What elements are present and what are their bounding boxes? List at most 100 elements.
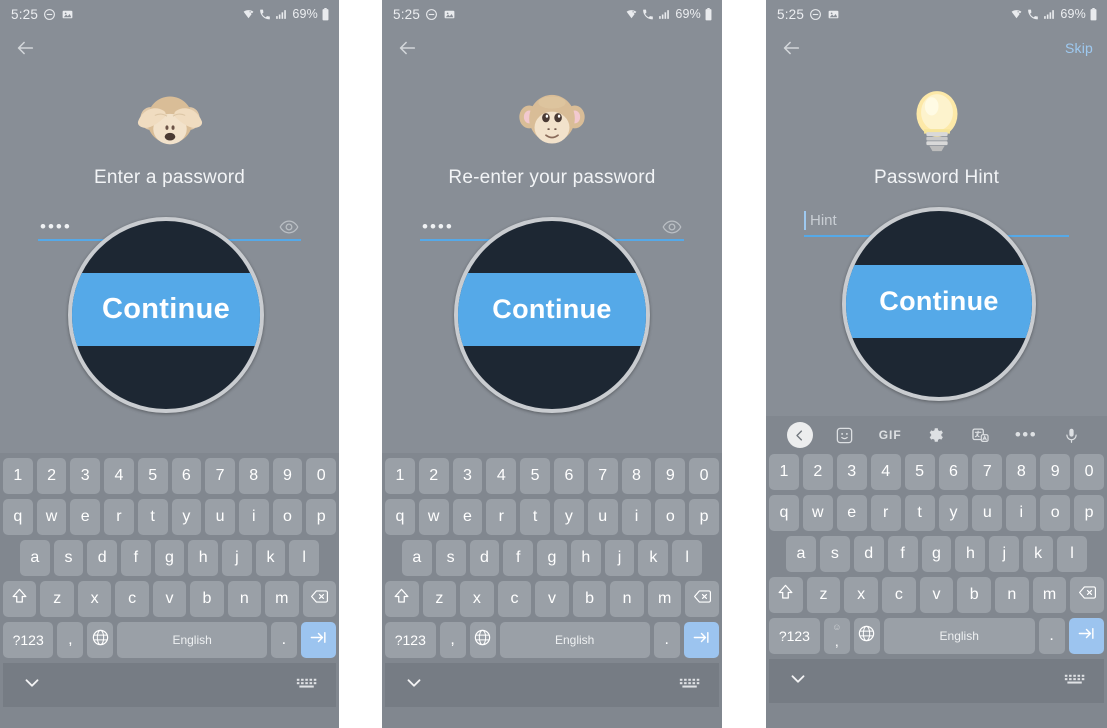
space-key[interactable]: English — [117, 622, 267, 658]
key-7[interactable]: 7 — [587, 458, 618, 494]
key-s[interactable]: s — [819, 536, 850, 572]
keyboard-layout-icon[interactable] — [296, 675, 318, 696]
keyboard-back-button[interactable] — [777, 422, 822, 448]
key-w[interactable]: w — [36, 499, 67, 535]
key-r[interactable]: r — [870, 495, 901, 531]
key-h[interactable]: h — [188, 540, 219, 576]
key-6[interactable]: 6 — [938, 454, 969, 490]
key-d[interactable]: d — [469, 540, 500, 576]
back-arrow-icon[interactable] — [396, 37, 418, 59]
keyboard-layout-icon[interactable] — [679, 675, 701, 696]
key-j[interactable]: j — [222, 540, 252, 576]
comma-key[interactable]: , — [57, 622, 84, 658]
key-a[interactable]: a — [19, 540, 50, 576]
key-u[interactable]: u — [972, 495, 1003, 531]
key-y[interactable]: y — [171, 499, 202, 535]
backspace-key[interactable] — [1070, 577, 1105, 613]
key-i[interactable]: i — [621, 499, 652, 535]
key-d[interactable]: d — [87, 540, 117, 576]
magnifier-continue-button[interactable]: Continue — [68, 217, 264, 413]
key-p[interactable]: p — [689, 499, 719, 535]
key-i[interactable]: i — [1006, 495, 1037, 531]
key-h[interactable]: h — [570, 540, 601, 576]
key-4[interactable]: 4 — [486, 458, 517, 494]
continue-button-band[interactable]: Continue — [846, 265, 1032, 338]
key-h[interactable]: h — [955, 536, 986, 572]
key-p[interactable]: p — [306, 499, 337, 535]
key-1[interactable]: 1 — [2, 458, 33, 494]
key-5[interactable]: 5 — [904, 454, 935, 490]
key-8[interactable]: 8 — [1006, 454, 1037, 490]
space-key[interactable]: English — [499, 622, 650, 658]
space-key[interactable]: English — [883, 618, 1035, 654]
key-3[interactable]: 3 — [452, 458, 483, 494]
globe-key[interactable] — [87, 622, 114, 658]
key-t[interactable]: t — [137, 499, 168, 535]
chevron-down-icon[interactable] — [21, 672, 43, 699]
backspace-key[interactable] — [685, 581, 720, 617]
key-s[interactable]: s — [435, 540, 466, 576]
globe-key[interactable] — [469, 622, 496, 658]
key-5[interactable]: 5 — [520, 458, 550, 494]
key-a[interactable]: a — [786, 536, 816, 572]
key-c[interactable]: c — [115, 581, 149, 617]
sticker-icon[interactable] — [822, 426, 867, 445]
key-c[interactable]: c — [882, 577, 916, 613]
key-g[interactable]: g — [154, 540, 185, 576]
key-0[interactable]: 0 — [306, 458, 337, 494]
microphone-icon[interactable] — [1049, 426, 1094, 445]
back-arrow-icon[interactable] — [14, 37, 36, 59]
key-j[interactable]: j — [989, 536, 1020, 572]
key-2[interactable]: 2 — [36, 458, 67, 494]
key-k[interactable]: k — [638, 540, 669, 576]
key-f[interactable]: f — [503, 540, 534, 576]
symbols-key[interactable]: ?123 — [3, 622, 54, 658]
key-q[interactable]: q — [2, 499, 33, 535]
key-7[interactable]: 7 — [205, 458, 235, 494]
key-k[interactable]: k — [1023, 536, 1054, 572]
gif-icon[interactable]: GIF — [868, 428, 913, 442]
enter-next-key[interactable] — [1068, 618, 1104, 654]
key-c[interactable]: c — [497, 581, 532, 617]
chevron-down-icon[interactable] — [787, 668, 809, 695]
comma-key[interactable]: ☺ , — [823, 618, 850, 654]
key-2[interactable]: 2 — [802, 454, 833, 490]
key-w[interactable]: w — [802, 495, 833, 531]
key-g[interactable]: g — [537, 540, 567, 576]
keyboard-layout-icon[interactable] — [1064, 671, 1086, 692]
globe-key[interactable] — [853, 618, 880, 654]
key-r[interactable]: r — [104, 499, 134, 535]
key-e[interactable]: e — [452, 499, 483, 535]
key-3[interactable]: 3 — [70, 458, 101, 494]
key-i[interactable]: i — [238, 499, 269, 535]
key-b[interactable]: b — [190, 581, 224, 617]
key-k[interactable]: k — [255, 540, 286, 576]
key-n[interactable]: n — [610, 581, 644, 617]
symbols-key[interactable]: ?123 — [385, 622, 436, 658]
key-e[interactable]: e — [70, 499, 101, 535]
key-l[interactable]: l — [289, 540, 320, 576]
key-g[interactable]: g — [921, 536, 952, 572]
key-l[interactable]: l — [1057, 536, 1088, 572]
key-0[interactable]: 0 — [689, 458, 719, 494]
key-l[interactable]: l — [672, 540, 703, 576]
key-b[interactable]: b — [957, 577, 992, 613]
key-n[interactable]: n — [227, 581, 262, 617]
key-v[interactable]: v — [152, 581, 187, 617]
key-o[interactable]: o — [1040, 495, 1071, 531]
shift-key[interactable] — [3, 581, 37, 617]
key-y[interactable]: y — [938, 495, 969, 531]
key-1[interactable]: 1 — [385, 458, 415, 494]
key-m[interactable]: m — [1032, 577, 1067, 613]
period-key[interactable]: . — [653, 622, 680, 658]
more-options-icon[interactable]: ••• — [1003, 426, 1048, 443]
key-d[interactable]: d — [853, 536, 884, 572]
key-x[interactable]: x — [460, 581, 494, 617]
key-z[interactable]: z — [806, 577, 841, 613]
key-t[interactable]: t — [520, 499, 550, 535]
key-q[interactable]: q — [385, 499, 415, 535]
magnifier-continue-button[interactable]: Continue — [454, 217, 650, 413]
key-5[interactable]: 5 — [137, 458, 168, 494]
enter-next-key[interactable] — [300, 622, 336, 658]
key-u[interactable]: u — [587, 499, 618, 535]
